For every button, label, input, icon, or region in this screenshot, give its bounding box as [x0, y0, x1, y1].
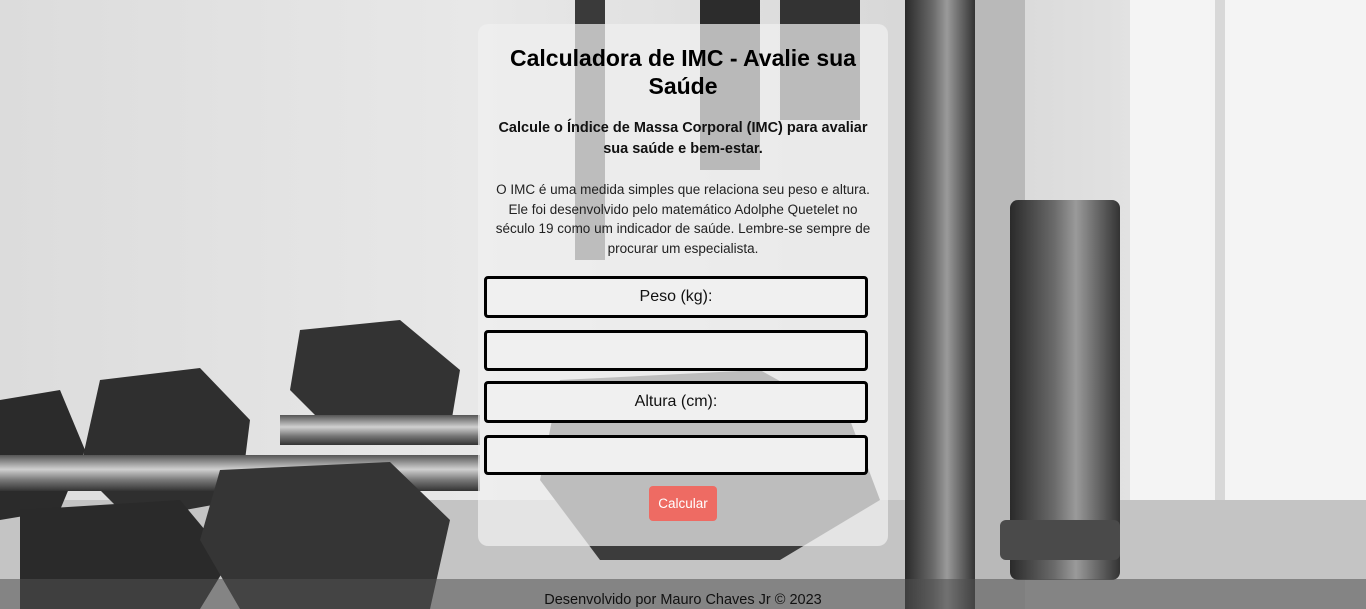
height-input[interactable] [484, 435, 868, 475]
weight-label: Peso (kg): [484, 276, 868, 318]
weight-input[interactable] [484, 330, 868, 371]
page-title: Calculadora de IMC - Avalie sua Saúde [510, 45, 856, 99]
page-subtitle: Calcule o Índice de Massa Corporal (IMC)… [498, 120, 868, 157]
footer-text: Desenvolvido por Mauro Chaves Jr © 2023 [544, 592, 822, 608]
footer: Desenvolvido por Mauro Chaves Jr © 2023 [0, 579, 1366, 609]
bmi-calculator-card: Calculadora de IMC - Avalie sua Saúde Ca… [478, 24, 888, 546]
bmi-description: O IMC é uma medida simples que relaciona… [495, 182, 871, 256]
height-label: Altura (cm): [484, 381, 868, 423]
calculate-button[interactable]: Calcular [649, 486, 717, 521]
